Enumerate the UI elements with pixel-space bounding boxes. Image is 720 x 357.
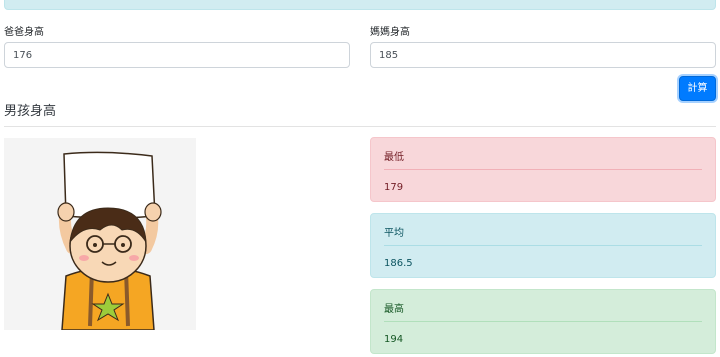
divider (4, 126, 716, 127)
lowest-label: 最低 (384, 152, 404, 163)
section-title: 男孩身高 (4, 104, 57, 119)
dad-height-label: 爸爸身高 (4, 27, 44, 38)
highest-value: 194 (384, 334, 404, 345)
average-label: 平均 (384, 228, 404, 239)
card-divider (384, 321, 702, 322)
dad-height-input[interactable] (4, 42, 350, 68)
result-card-average: 平均 186.5 (370, 213, 716, 278)
highest-label: 最高 (384, 304, 404, 315)
calculate-button[interactable]: 計算 (679, 76, 716, 101)
card-divider (384, 245, 702, 246)
boy-illustration-image (4, 138, 196, 331)
top-info-alert (4, 0, 716, 10)
result-card-lowest: 最低 179 (370, 137, 716, 202)
mom-height-input[interactable] (370, 42, 716, 68)
boy-holding-sign-illustration (57, 151, 162, 331)
lowest-value: 179 (384, 182, 404, 193)
card-divider (384, 169, 702, 170)
mom-height-label: 媽媽身高 (370, 27, 410, 38)
average-value: 186.5 (384, 258, 413, 269)
result-card-highest: 最高 194 (370, 289, 716, 354)
